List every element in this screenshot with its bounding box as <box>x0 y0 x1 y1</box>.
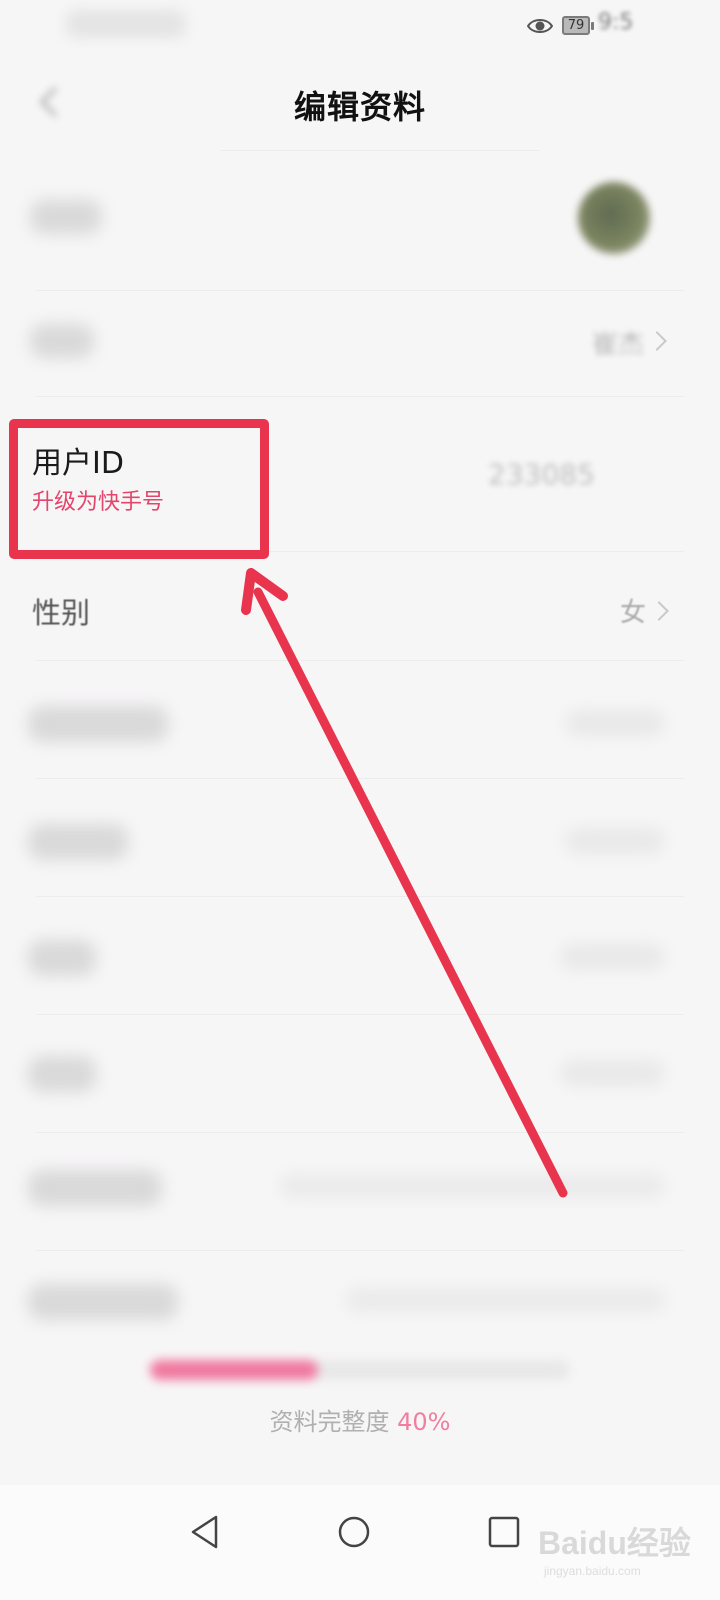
list-item-label-blurred <box>28 1284 178 1320</box>
chevron-right-icon <box>647 331 667 351</box>
profile-completeness-text: 资料完整度 40% <box>0 1402 720 1437</box>
list-item[interactable] <box>0 1020 720 1130</box>
profile-completeness-fill <box>150 1360 318 1380</box>
list-item-value-blurred <box>565 828 665 854</box>
recent-square-icon[interactable] <box>481 1509 527 1555</box>
gender-row[interactable] <box>0 556 720 656</box>
baidu-jingyan-watermark: Baidu经验 jingyan.baidu.com <box>534 1510 714 1590</box>
list-item-label-blurred <box>28 824 128 860</box>
watermark-logo: Baidu经验 <box>538 1525 691 1561</box>
divider <box>36 660 684 661</box>
profile-completeness-label: 资料完整度 <box>269 1408 390 1436</box>
list-item-value-blurred <box>560 1060 665 1086</box>
list-item[interactable] <box>0 902 720 1012</box>
avatar-label-blurred <box>30 200 102 234</box>
status-bar: 79 9:5 <box>0 0 720 52</box>
eye-icon <box>527 19 553 33</box>
user-id-value: 233085 <box>488 458 595 491</box>
list-item[interactable] <box>0 1138 720 1248</box>
avatar[interactable] <box>578 182 650 254</box>
gender-value: 女 <box>620 598 647 628</box>
battery-icon: 79 <box>562 16 594 35</box>
divider <box>36 896 684 897</box>
divider <box>36 1014 684 1015</box>
profile-completeness-bar <box>150 1360 570 1380</box>
divider <box>36 396 684 397</box>
list-item-value-blurred <box>560 944 665 970</box>
annotation-highlight-box <box>9 419 269 559</box>
home-circle-icon[interactable] <box>331 1509 377 1555</box>
page-title: 编辑资料 <box>293 88 426 126</box>
list-item-value-blurred <box>280 1174 665 1198</box>
back-triangle-icon[interactable] <box>183 1509 229 1555</box>
divider <box>36 290 684 291</box>
nickname-row[interactable]: 崔杰 <box>0 296 720 386</box>
watermark-url: jingyan.baidu.com <box>544 1564 641 1578</box>
profile-completeness-percent: 40% <box>397 1408 451 1436</box>
list-item-value-blurred <box>345 1288 665 1312</box>
gender-label: 性别 <box>32 596 91 630</box>
divider <box>36 1132 684 1133</box>
list-item[interactable] <box>0 784 720 894</box>
list-item-label-blurred <box>28 1170 162 1206</box>
list-item-value-blurred <box>565 710 665 736</box>
nickname-value: 崔杰 <box>592 330 645 360</box>
nickname-label-blurred <box>30 324 94 358</box>
divider <box>36 1250 684 1251</box>
list-item-label-blurred <box>28 706 168 742</box>
title-divider <box>220 150 540 151</box>
list-item[interactable] <box>0 666 720 776</box>
list-item[interactable] <box>0 1256 720 1346</box>
list-item-label-blurred <box>28 1056 96 1092</box>
list-item-label-blurred <box>28 940 96 976</box>
divider <box>36 778 684 779</box>
status-time: 9:5 <box>598 10 634 35</box>
status-left-blurred <box>66 10 186 38</box>
